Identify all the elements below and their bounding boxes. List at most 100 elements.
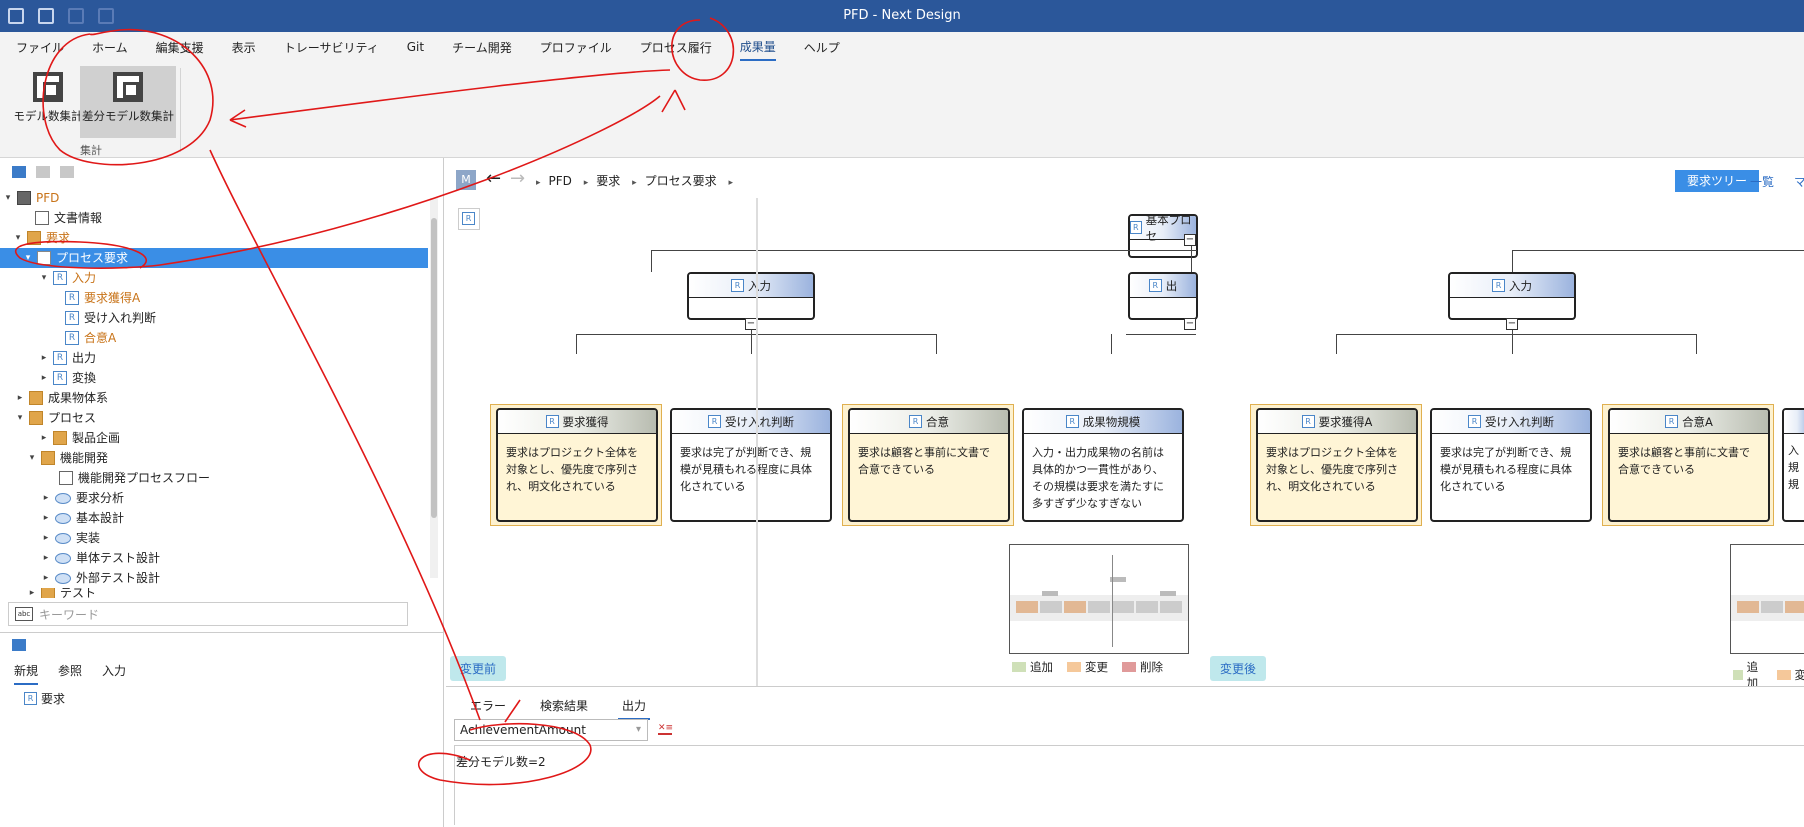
tree-item-pfd[interactable]: ▾ PFD [2,188,59,208]
search-placeholder: キーワード [39,607,100,622]
window-title: PFD - Next Design [843,8,961,23]
keyword-search[interactable]: abc キーワード [8,602,408,626]
regex-icon[interactable]: abc [15,607,33,621]
link-icon[interactable] [60,166,74,178]
tab-edit-support[interactable]: 編集支援 [156,35,204,60]
document-icon [35,211,49,225]
output-source-select[interactable]: AchievementAmount [454,719,648,741]
node-output-left[interactable]: R出 [1128,272,1198,320]
node-agreement-a[interactable]: R 合意A 要求は顧客と事前に文書で合意できている [1608,408,1770,522]
new-item-label: 要求 [41,692,66,706]
inspector-header [0,632,444,658]
tab-errors[interactable]: エラー [466,695,510,720]
collapse-toggle[interactable]: − [1506,318,1518,330]
tab-traceability[interactable]: トレーサビリティ [284,35,379,60]
node-input-right[interactable]: R 入力 [1448,272,1576,320]
ribbon-tabs: ファイル ホーム 編集支援 表示 トレーサビリティ Git チーム開発 プロファ… [0,32,1804,62]
tree-item-implementation[interactable]: ▸ 実装 [40,528,100,548]
node-artifact-scale[interactable]: R 成果物規模 入力・出力成果物の名前は具体的かつ一貫性があり、その規模は要求を満… [1022,408,1184,522]
title-bar: PFD - Next Design [0,0,1804,32]
process-icon [55,572,71,584]
node-acceptance-right[interactable]: R 受け入れ判断 要求は完了が判断でき、規模が見積もれる程度に具体化されている [1430,408,1592,522]
navigator-toolbar [0,158,443,186]
requirement-tree-button[interactable]: 要求ツリー [1675,170,1760,192]
diff-model-count-button[interactable]: 差分モデル数集計 [80,66,176,138]
node-input-left[interactable]: R 入力 [687,272,815,320]
tab-output[interactable]: 出力 [618,695,651,720]
tree-item-basic-design[interactable]: ▸ 基本設計 [40,508,124,528]
tree-item-agreement-a[interactable]: R 合意A [62,328,116,348]
after-change-label: 変更後 [1210,656,1267,681]
breadcrumb-item[interactable]: 要求 [596,174,620,188]
tree-item-requirement[interactable]: ▾ 要求 [12,228,70,248]
list-view-button[interactable]: 一覧 [1750,173,1774,190]
tab-input[interactable]: 入力 [102,662,126,685]
tree-item-output[interactable]: ▸ R 出力 [38,348,96,368]
output-panel: エラー 検索結果 出力 AchievementAmount ✕≡ 差分モデル数=… [446,686,1804,827]
tree-item-req-acquisition-a[interactable]: R 要求獲得A [62,288,140,308]
minimap-left[interactable] [1009,544,1189,654]
matrix-view-button[interactable]: マ [1794,173,1804,190]
forward-arrow-icon[interactable]: → [510,168,525,189]
collapse-toggle[interactable]: − [1184,318,1196,330]
model-badge[interactable]: M [456,170,476,190]
project-icon [17,191,31,205]
tree-scrollbar[interactable] [430,198,438,578]
collapse-toggle[interactable]: − [1184,234,1196,246]
diagram-canvas: R R 基本プロセ − R 入力 R出 − − R 要求獲得 要求はプロジェクト全体を… [446,198,1804,690]
copy-icon[interactable] [36,166,50,178]
tab-reference[interactable]: 参照 [58,662,82,685]
tree-item-external-test-design[interactable]: ▸ 外部テスト設計 [40,568,160,588]
legend-delete: 削除 [1122,659,1163,675]
model-navigator: ▾ PFD 文書情報 ▾ 要求 ▾ プロセス要求 ▾ R 入力 R 要求獲得A R 受け入れ判… [0,158,444,827]
tab-view[interactable]: 表示 [232,35,256,60]
tab-profile[interactable]: プロファイル [540,35,612,60]
breadcrumb-item[interactable]: PFD [549,174,572,188]
node-acceptance[interactable]: R 受け入れ判断 要求は完了が判断でき、規模が見積もれる程度に具体化されている [670,408,832,522]
requirement-icon: R [65,291,79,305]
tree-item-doc-info[interactable]: 文書情報 [20,208,102,228]
tab-search-results[interactable]: 検索結果 [536,695,592,720]
legend-change: 変更 [1067,659,1108,675]
tree-item-product-planning[interactable]: ▸ 製品企画 [38,428,120,448]
folder-icon [27,231,41,245]
requirement-icon: R [24,692,37,705]
tab-home[interactable]: ホーム [92,35,128,60]
diff-model-count-label: 差分モデル数集計 [82,109,174,123]
tree-item-req-analysis[interactable]: ▸ 要求分析 [40,488,124,508]
tree-item-process-requirement[interactable]: ▾ プロセス要求 [0,248,428,268]
requirement-icon: R [53,351,67,365]
tab-achievement[interactable]: 成果量 [739,34,776,61]
folder-icon [29,411,43,425]
breadcrumb-item[interactable]: プロセス要求 [645,174,717,188]
node-partial-right[interactable]: 入規規 [1782,408,1804,522]
node-agreement[interactable]: R 合意 要求は顧客と事前に文書で合意できている [848,408,1010,522]
tab-team[interactable]: チーム開発 [452,35,512,60]
tree-item-input[interactable]: ▾ R 入力 [38,268,96,288]
node-req-acquisition-a[interactable]: R 要求獲得A 要求はプロジェクト全体を対象とし、優先度で序列され、明文化されてい… [1256,408,1418,522]
tree-item-process[interactable]: ▾ プロセス [14,408,96,428]
tab-file[interactable]: ファイル [16,35,64,60]
clear-output-icon[interactable]: ✕≡ [658,723,673,735]
tree-item-test[interactable]: ▸ テスト [26,588,96,598]
compare-divider[interactable] [756,198,758,686]
tree-item-transform[interactable]: ▸ R 変換 [38,368,96,388]
tab-help[interactable]: ヘルプ [804,35,840,60]
node-req-acquisition[interactable]: R 要求獲得 要求はプロジェクト全体を対象とし、優先度で序列され、明文化されている [496,408,658,522]
tab-git[interactable]: Git [407,36,424,58]
tree-scroll-thumb[interactable] [431,218,437,518]
back-arrow-icon[interactable]: ← [486,168,501,189]
tree-item-unit-test-design[interactable]: ▸ 単体テスト設計 [40,548,160,568]
ribbon-divider [180,68,181,152]
tree-item-artifact-system[interactable]: ▸ 成果物体系 [14,388,108,408]
tree-item-feature-dev[interactable]: ▾ 機能開発 [26,448,108,468]
requirement-icon: R [65,331,79,345]
new-item-requirement[interactable]: R 要求 [24,690,65,707]
hierarchy-icon[interactable] [12,166,26,178]
output-text: 差分モデル数=2 [456,755,546,769]
tab-new[interactable]: 新規 [14,662,39,685]
tab-process-history[interactable]: プロセス履行 [640,35,712,60]
tree-item-feature-dev-flow[interactable]: 機能開発プロセスフロー [56,468,210,488]
tree-item-acceptance[interactable]: R 受け入れ判断 [62,308,156,328]
minimap-right[interactable] [1730,544,1804,654]
